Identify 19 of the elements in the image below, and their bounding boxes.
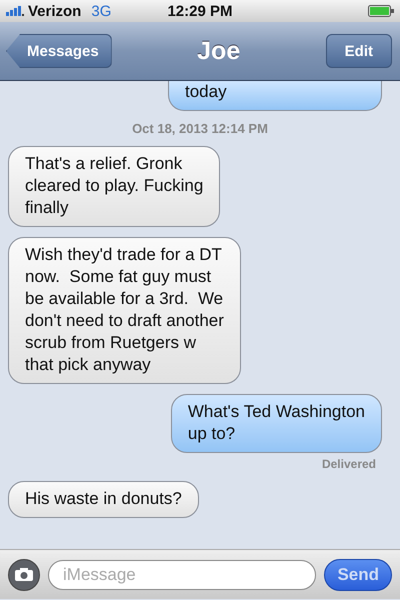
timestamp: Oct 18, 2013 12:14 PM — [132, 121, 268, 136]
clock-time: 12:29 PM — [166, 2, 234, 20]
signal-icon — [6, 6, 24, 16]
received-message-bubble: His waste in donuts? — [8, 481, 199, 518]
sent-message-bubble: today — [168, 81, 382, 111]
received-message-bubble: Wish they'd trade for a DT now. Some fat guy must be available for a 3rd. We don't need to draft another scrub from Ruetgers w that pick anyway — [8, 237, 241, 384]
camera-button[interactable] — [8, 558, 40, 590]
camera-icon — [14, 567, 34, 582]
back-button[interactable]: Messages — [6, 34, 112, 68]
network-type: 3G — [91, 2, 112, 20]
carrier-name: Verizon — [28, 2, 82, 20]
sent-message-bubble: What's Ted Washington up to? — [170, 394, 382, 453]
delivery-status: Delivered — [322, 457, 376, 471]
received-message-bubble: That's a relief. Gronk cleared to play. Fucking finally — [8, 146, 220, 227]
contact-name: Joe — [197, 36, 240, 66]
edit-button[interactable]: Edit — [326, 34, 392, 68]
battery-icon — [368, 5, 394, 17]
send-button[interactable]: Send — [324, 558, 392, 590]
message-input-field[interactable]: iMessage — [48, 560, 316, 590]
